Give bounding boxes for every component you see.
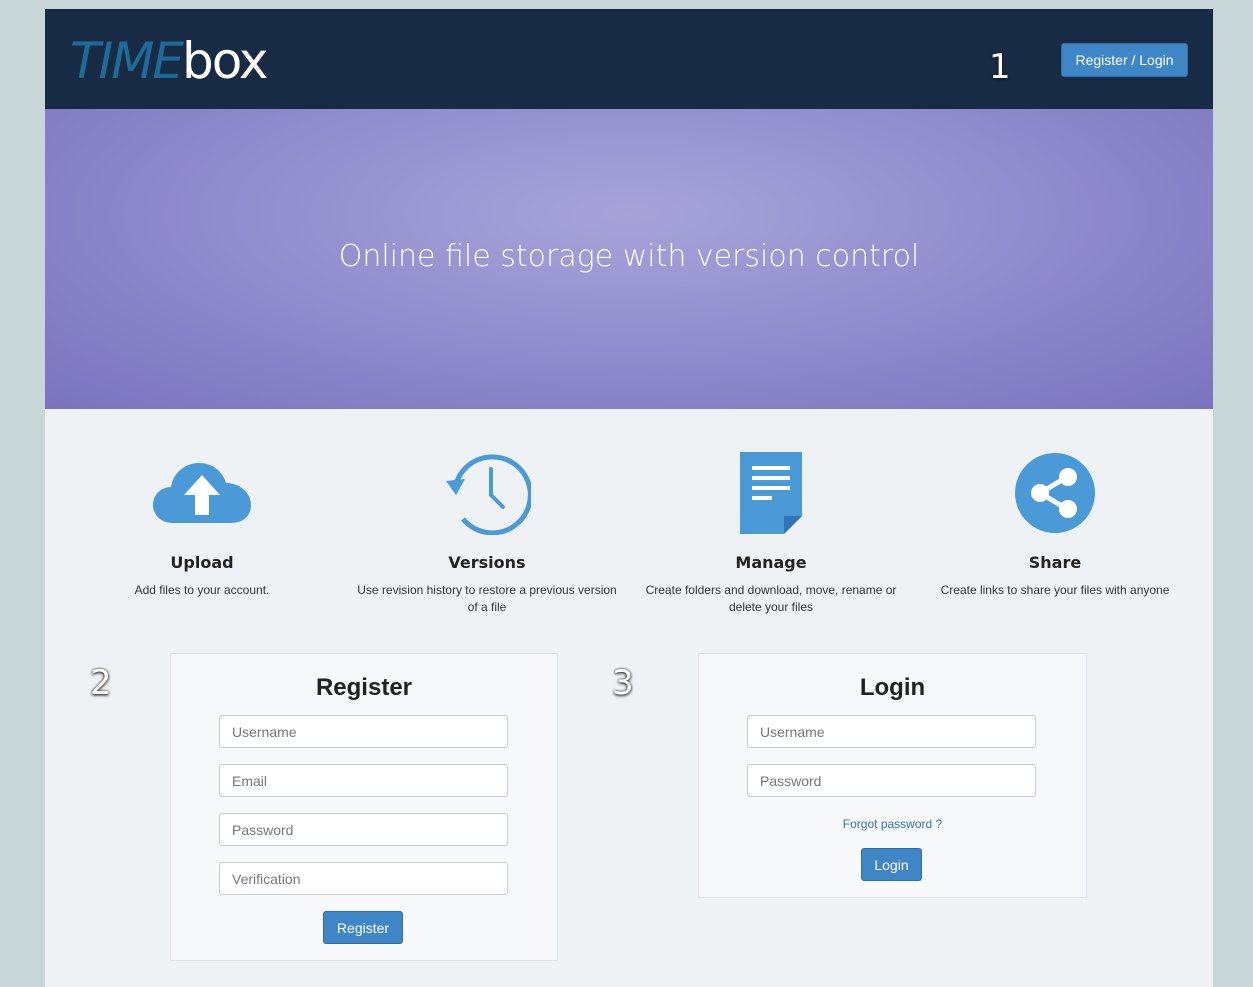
cloud-upload-icon [52, 447, 352, 539]
logo-box-text: box [182, 32, 268, 90]
logo[interactable]: TIMEbox [70, 31, 268, 91]
register-username-input[interactable] [219, 715, 508, 748]
step-number-2: 2 [90, 663, 112, 703]
feature-title: Share [1028, 553, 1082, 572]
register-email-input[interactable] [219, 764, 508, 797]
hero-title: Online file storage with version control [338, 239, 920, 274]
feature-description: Create links to share your files with an… [940, 583, 1170, 597]
forgot-password-link[interactable]: Forgot password ? [699, 817, 1086, 831]
feature-title: Versions [448, 553, 526, 572]
feature-upload: Upload Add files to your account. [52, 447, 352, 599]
feature-description: Use revision history to restore a previo… [357, 583, 617, 614]
feature-versions: Versions Use revision history to restore… [337, 447, 637, 616]
login-password-input[interactable] [747, 764, 1036, 797]
login-panel: Login Forgot password ? Login [698, 653, 1087, 898]
register-panel: Register Register [170, 653, 558, 961]
register-password-input[interactable] [219, 813, 508, 846]
header: TIMEbox 1 Register / Login [45, 9, 1213, 109]
logo-time-text: TIME [70, 32, 184, 90]
document-icon [621, 447, 921, 539]
register-login-button[interactable]: Register / Login [1061, 43, 1188, 77]
feature-description: Add files to your account. [134, 583, 270, 597]
register-verification-input[interactable] [219, 862, 508, 895]
step-number-1: 1 [989, 47, 1011, 87]
page: TIMEbox 1 Register / Login Online file s… [45, 9, 1213, 987]
login-button[interactable]: Login [861, 848, 922, 881]
feature-description: Create folders and download, move, renam… [645, 583, 897, 614]
feature-title: Upload [170, 553, 234, 572]
register-button[interactable]: Register [323, 911, 403, 944]
feature-title: Manage [735, 553, 807, 572]
feature-share: Share Create links to share your files w… [905, 447, 1205, 599]
hero-banner: Online file storage with version control [45, 109, 1213, 409]
step-number-3: 3 [612, 663, 634, 703]
register-title: Register [315, 674, 413, 701]
feature-manage: Manage Create folders and download, move… [621, 447, 921, 616]
login-username-input[interactable] [747, 715, 1036, 748]
clock-history-icon [337, 447, 637, 539]
login-title: Login [859, 674, 926, 701]
share-icon [905, 447, 1205, 539]
